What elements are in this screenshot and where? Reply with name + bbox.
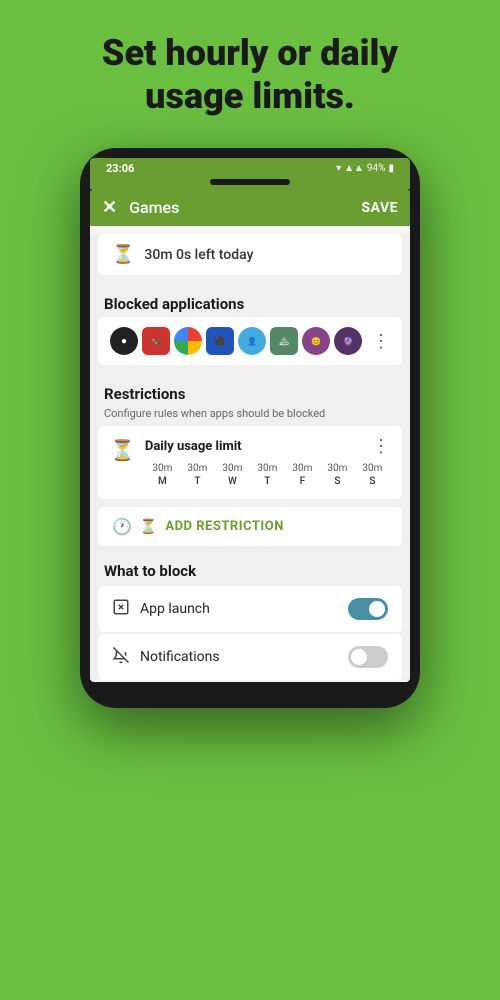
app-icon-chrome xyxy=(174,327,202,355)
battery-icon: ▮ xyxy=(388,163,394,174)
save-button[interactable]: SAVE xyxy=(362,200,399,216)
limit-sat: 30m xyxy=(323,463,351,474)
limits-row: 30m 30m 30m 30m 30m 30m 30m xyxy=(145,463,390,474)
days-labels-row: M T W T F S S xyxy=(145,476,390,487)
timer-banner: ⏳ 30m 0s left today xyxy=(98,234,402,275)
restriction-info: Daily usage limit ⋮ 30m 30m 30m 30m 30m xyxy=(145,436,390,489)
apps-menu-icon[interactable]: ⋮ xyxy=(372,331,390,352)
notifications-row: Notifications xyxy=(98,634,402,680)
day-thu: T xyxy=(253,476,281,487)
limit-mon: 30m xyxy=(148,463,176,474)
close-button[interactable]: ✕ xyxy=(102,197,117,218)
app-launch-label: App launch xyxy=(140,601,338,617)
hourglass-add-icon: ⏳ xyxy=(140,519,157,535)
add-restriction-label[interactable]: ADD RESTRICTION xyxy=(165,519,284,534)
notifications-icon xyxy=(112,646,130,668)
status-time: 23:06 xyxy=(106,162,134,175)
add-restriction-card[interactable]: 🕐 ⏳ ADD RESTRICTION xyxy=(98,507,402,546)
app-icon-purple: 😊 xyxy=(302,327,330,355)
screen-content: ⏳ 30m 0s left today Blocked applications… xyxy=(90,234,410,680)
day-wed: W xyxy=(218,476,246,487)
app-launch-toggle[interactable] xyxy=(348,598,388,620)
phone-wrapper: 23:06 ▾ ▲▲ 94% ▮ ✕ Games SAVE ⏳ xyxy=(0,148,500,708)
app-launch-icon xyxy=(112,598,130,620)
limit-fri: 30m xyxy=(288,463,316,474)
limit-wed: 30m xyxy=(218,463,246,474)
app-toolbar: ✕ Games SAVE xyxy=(90,189,410,226)
app-launch-row: App launch xyxy=(98,586,402,632)
what-to-block-header: What to block xyxy=(90,554,410,586)
app-icon-blue1: ⬛ xyxy=(206,327,234,355)
signal-icon: ▲▲ xyxy=(344,163,364,174)
hero-title: Set hourly or daily usage limits. xyxy=(0,0,500,138)
day-tue: T xyxy=(183,476,211,487)
app-icon-blue2: 👤 xyxy=(238,327,266,355)
restriction-menu-icon[interactable]: ⋮ xyxy=(372,436,390,457)
app-screen: ✕ Games SAVE ⏳ 30m 0s left today Blocked… xyxy=(90,189,410,682)
hourglass-icon: ⏳ xyxy=(110,438,135,462)
limit-thu: 30m xyxy=(253,463,281,474)
hero-section: Set hourly or daily usage limits. xyxy=(0,0,500,138)
clock-icon: 🕐 xyxy=(112,517,132,536)
restrictions-card: ⏳ Daily usage limit ⋮ 30m 30m 30m xyxy=(98,426,402,499)
app-icons-row: ● 🦦 ⬛ 👤 🏔 xyxy=(110,327,366,355)
wifi-icon: ▾ xyxy=(336,163,341,174)
timer-icon: ⏳ xyxy=(112,244,134,265)
app-icon-record: ● xyxy=(110,327,138,355)
restriction-row: ⏳ Daily usage limit ⋮ 30m 30m 30m xyxy=(110,436,390,489)
phone-bottom-bar xyxy=(90,682,410,698)
notifications-toggle[interactable] xyxy=(348,646,388,668)
limit-sun: 30m xyxy=(358,463,386,474)
apps-card: ● 🦦 ⬛ 👤 🏔 xyxy=(98,317,402,365)
app-icon-teal: 🏔 xyxy=(270,327,298,355)
restriction-title: Daily usage limit xyxy=(145,439,242,454)
notifications-label: Notifications xyxy=(140,649,338,665)
status-icons: ▾ ▲▲ 94% ▮ xyxy=(336,163,394,174)
battery-text: 94% xyxy=(367,163,386,174)
days-grid: 30m 30m 30m 30m 30m 30m 30m M xyxy=(145,463,390,487)
restrictions-header: Restrictions xyxy=(90,373,410,407)
status-bar: 23:06 ▾ ▲▲ 94% ▮ xyxy=(90,158,410,177)
app-icon-dark-purple: 🔮 xyxy=(334,327,362,355)
toolbar-title: Games xyxy=(129,198,349,217)
phone-frame: 23:06 ▾ ▲▲ 94% ▮ ✕ Games SAVE ⏳ xyxy=(80,148,420,708)
restrictions-sub: Configure rules when apps should be bloc… xyxy=(90,407,410,426)
blocked-apps-header: Blocked applications xyxy=(90,283,410,317)
day-fri: F xyxy=(288,476,316,487)
day-sun: S xyxy=(358,476,386,487)
day-mon: M xyxy=(148,476,176,487)
limit-tue: 30m xyxy=(183,463,211,474)
camera-bar xyxy=(90,177,410,189)
day-sat: S xyxy=(323,476,351,487)
app-icon-otters: 🦦 xyxy=(142,327,170,355)
timer-text: 30m 0s left today xyxy=(144,247,253,263)
camera-bump xyxy=(210,179,290,185)
